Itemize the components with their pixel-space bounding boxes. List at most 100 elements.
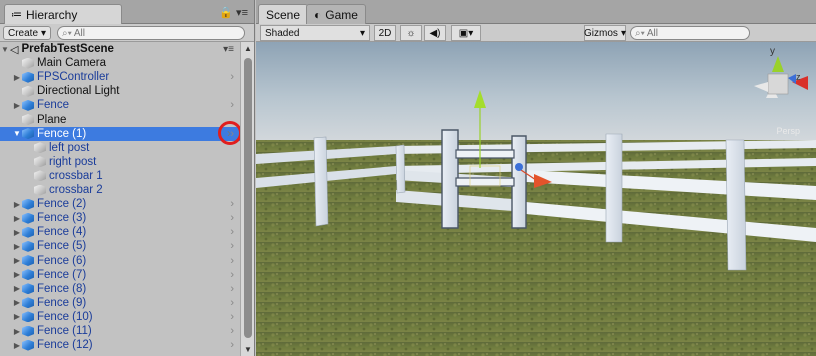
expand-arrow-icon[interactable]: ▶ xyxy=(12,312,22,321)
chevron-right-icon[interactable]: › xyxy=(230,240,234,252)
chevron-right-icon[interactable]: › xyxy=(230,283,234,295)
hierarchy-panel: ≔ Hierarchy 🔒 ▾≡ Create ▾ ⌕▾ ▼ ◁ PrefabT… xyxy=(0,0,255,356)
hierarchy-item[interactable]: ▼ Fence (1) › xyxy=(0,126,240,141)
expand-arrow-icon[interactable]: ▶ xyxy=(12,256,22,265)
chevron-right-icon[interactable]: › xyxy=(230,255,234,267)
shading-mode-dropdown[interactable]: Shaded ▾ xyxy=(260,25,370,41)
hierarchy-item[interactable]: ▶ Fence (2) › xyxy=(0,197,240,211)
panel-menu-icon[interactable]: 🔒 ▾≡ xyxy=(219,6,248,19)
chevron-right-icon[interactable]: › xyxy=(230,71,234,83)
expand-arrow-icon[interactable]: ▶ xyxy=(12,327,22,336)
chevron-right-icon[interactable]: › xyxy=(230,269,234,281)
tab-game[interactable]: ◐ Game xyxy=(306,4,366,24)
expand-arrow-icon[interactable]: ▶ xyxy=(12,298,22,307)
toggle-2d-label: 2D xyxy=(378,27,392,39)
hierarchy-item[interactable]: right post xyxy=(0,155,240,169)
expand-arrow-icon[interactable]: ▶ xyxy=(12,200,22,209)
hierarchy-item[interactable]: Plane xyxy=(0,113,240,127)
hierarchy-scrollbar[interactable]: ▲ ▼ xyxy=(240,42,254,356)
chevron-right-icon[interactable]: › xyxy=(230,99,234,111)
tab-scene[interactable]: Scene xyxy=(258,4,309,24)
expand-arrow-icon[interactable]: ▶ xyxy=(12,242,22,251)
hierarchy-item-label: Fence (4) xyxy=(37,226,87,239)
scroll-up-icon[interactable]: ▲ xyxy=(244,44,252,53)
hierarchy-item[interactable]: crossbar 2 xyxy=(0,183,240,197)
effects-dropdown[interactable]: ▣ ▾ xyxy=(451,25,481,41)
hierarchy-item-label: crossbar 1 xyxy=(49,169,103,182)
scrollbar-thumb[interactable] xyxy=(244,58,252,338)
scene-toolbar: Shaded ▾ 2D ☼ ◀) ▣ ▾ Gizmos ▾ ⌕▾ xyxy=(256,24,816,42)
scene-root-row[interactable]: ▼ ◁ PrefabTestScene ▾≡ xyxy=(0,42,240,56)
expand-arrow-icon[interactable]: ▶ xyxy=(12,284,22,293)
expand-arrow-icon[interactable]: ▶ xyxy=(12,214,22,223)
hierarchy-item-label: Fence (7) xyxy=(37,268,87,281)
hierarchy-item-label: Fence (6) xyxy=(37,254,87,267)
scene-search-input[interactable] xyxy=(646,27,743,39)
tab-game-label: Game xyxy=(325,7,358,22)
hierarchy-item[interactable]: ▶ Fence (9) › xyxy=(0,296,240,310)
hierarchy-item[interactable]: Main Camera xyxy=(0,56,240,70)
scene-menu-icon[interactable]: ▾≡ xyxy=(223,44,234,55)
create-dropdown[interactable]: Create ▾ xyxy=(3,26,52,40)
hierarchy-tabbar: ≔ Hierarchy 🔒 ▾≡ xyxy=(0,0,254,24)
hierarchy-item-label: Fence (12) xyxy=(37,339,93,352)
hierarchy-item[interactable]: ▶ Fence (10) › xyxy=(0,310,240,324)
hierarchy-item[interactable]: ▶ Fence (3) › xyxy=(0,211,240,225)
hierarchy-item[interactable]: ▶ Fence (7) › xyxy=(0,268,240,282)
chevron-right-icon[interactable]: › xyxy=(230,339,234,351)
create-label: Create xyxy=(8,27,39,39)
chevron-right-icon[interactable]: › xyxy=(230,325,234,337)
gameobject-cube-icon xyxy=(34,156,46,168)
expand-arrow-icon[interactable]: ▶ xyxy=(12,341,22,350)
scene-viewport[interactable]: Persp y z xyxy=(256,42,816,356)
hierarchy-item[interactable]: ▶ Fence (12) › xyxy=(0,338,240,352)
shading-mode-label: Shaded xyxy=(265,27,300,39)
chevron-right-icon[interactable]: › xyxy=(230,226,234,238)
lighting-toggle-button[interactable]: ☼ xyxy=(400,25,422,41)
hierarchy-item[interactable]: ▶ Fence (11) › xyxy=(0,324,240,338)
hierarchy-tree: ▼ ◁ PrefabTestScene ▾≡ Main Camera ▶ FPSCo… xyxy=(0,42,240,356)
gameobject-cube-icon xyxy=(34,142,46,154)
scroll-down-icon[interactable]: ▼ xyxy=(244,345,252,354)
expand-arrow-icon[interactable]: ▶ xyxy=(12,228,22,237)
hierarchy-item-label: Fence xyxy=(37,99,69,112)
hierarchy-item[interactable]: left post xyxy=(0,141,240,155)
hierarchy-item[interactable]: ▶ Fence (8) › xyxy=(0,282,240,296)
expand-arrow-icon[interactable]: ▼ xyxy=(0,45,10,54)
hierarchy-search[interactable]: ⌕▾ xyxy=(57,26,245,40)
speaker-icon: ◀) xyxy=(429,27,441,39)
chevron-right-icon[interactable]: › xyxy=(230,311,234,323)
sky xyxy=(256,42,816,142)
chevron-right-icon[interactable]: › xyxy=(230,297,234,309)
scene-search[interactable]: ⌕▾ xyxy=(630,26,750,40)
prefab-cube-icon xyxy=(22,339,34,351)
hierarchy-search-input[interactable] xyxy=(73,27,234,39)
persp-label[interactable]: Persp xyxy=(776,126,800,136)
audio-toggle-button[interactable]: ◀) xyxy=(424,25,446,41)
image-icon: ▣ xyxy=(458,27,469,39)
hierarchy-item[interactable]: ▶ FPSController › xyxy=(0,70,240,84)
hierarchy-item[interactable]: ▶ Fence › xyxy=(0,98,240,112)
toggle-2d-button[interactable]: 2D xyxy=(374,25,396,41)
list-icon: ≔ xyxy=(11,9,22,21)
prefab-cube-icon xyxy=(22,297,34,309)
expand-arrow-icon[interactable]: ▶ xyxy=(12,73,22,82)
chevron-right-icon[interactable]: › xyxy=(230,198,234,210)
chevron-right-icon: › xyxy=(227,126,231,140)
expand-arrow-icon[interactable]: ▶ xyxy=(12,270,22,279)
hierarchy-item[interactable]: crossbar 1 xyxy=(0,169,240,183)
prefab-cube-icon xyxy=(22,128,34,140)
gizmo-z-handle[interactable] xyxy=(515,163,523,171)
hierarchy-item[interactable]: ▶ Fence (4) › xyxy=(0,225,240,239)
hierarchy-item[interactable]: Directional Light xyxy=(0,84,240,98)
prefab-cube-icon xyxy=(22,255,34,266)
gizmos-dropdown[interactable]: Gizmos ▾ xyxy=(584,25,626,41)
expand-arrow-icon[interactable]: ▼ xyxy=(12,129,22,138)
hierarchy-item[interactable]: ▶ Fence (6) › xyxy=(0,254,240,268)
expand-arrow-icon[interactable]: ▶ xyxy=(12,101,22,110)
hierarchy-item[interactable]: ▶ Fence (5) › xyxy=(0,239,240,253)
chevron-right-icon[interactable]: › xyxy=(230,212,234,224)
prefab-cube-icon xyxy=(22,198,34,210)
tab-hierarchy[interactable]: ≔ Hierarchy xyxy=(4,4,122,24)
gameobject-cube-icon xyxy=(34,170,46,182)
